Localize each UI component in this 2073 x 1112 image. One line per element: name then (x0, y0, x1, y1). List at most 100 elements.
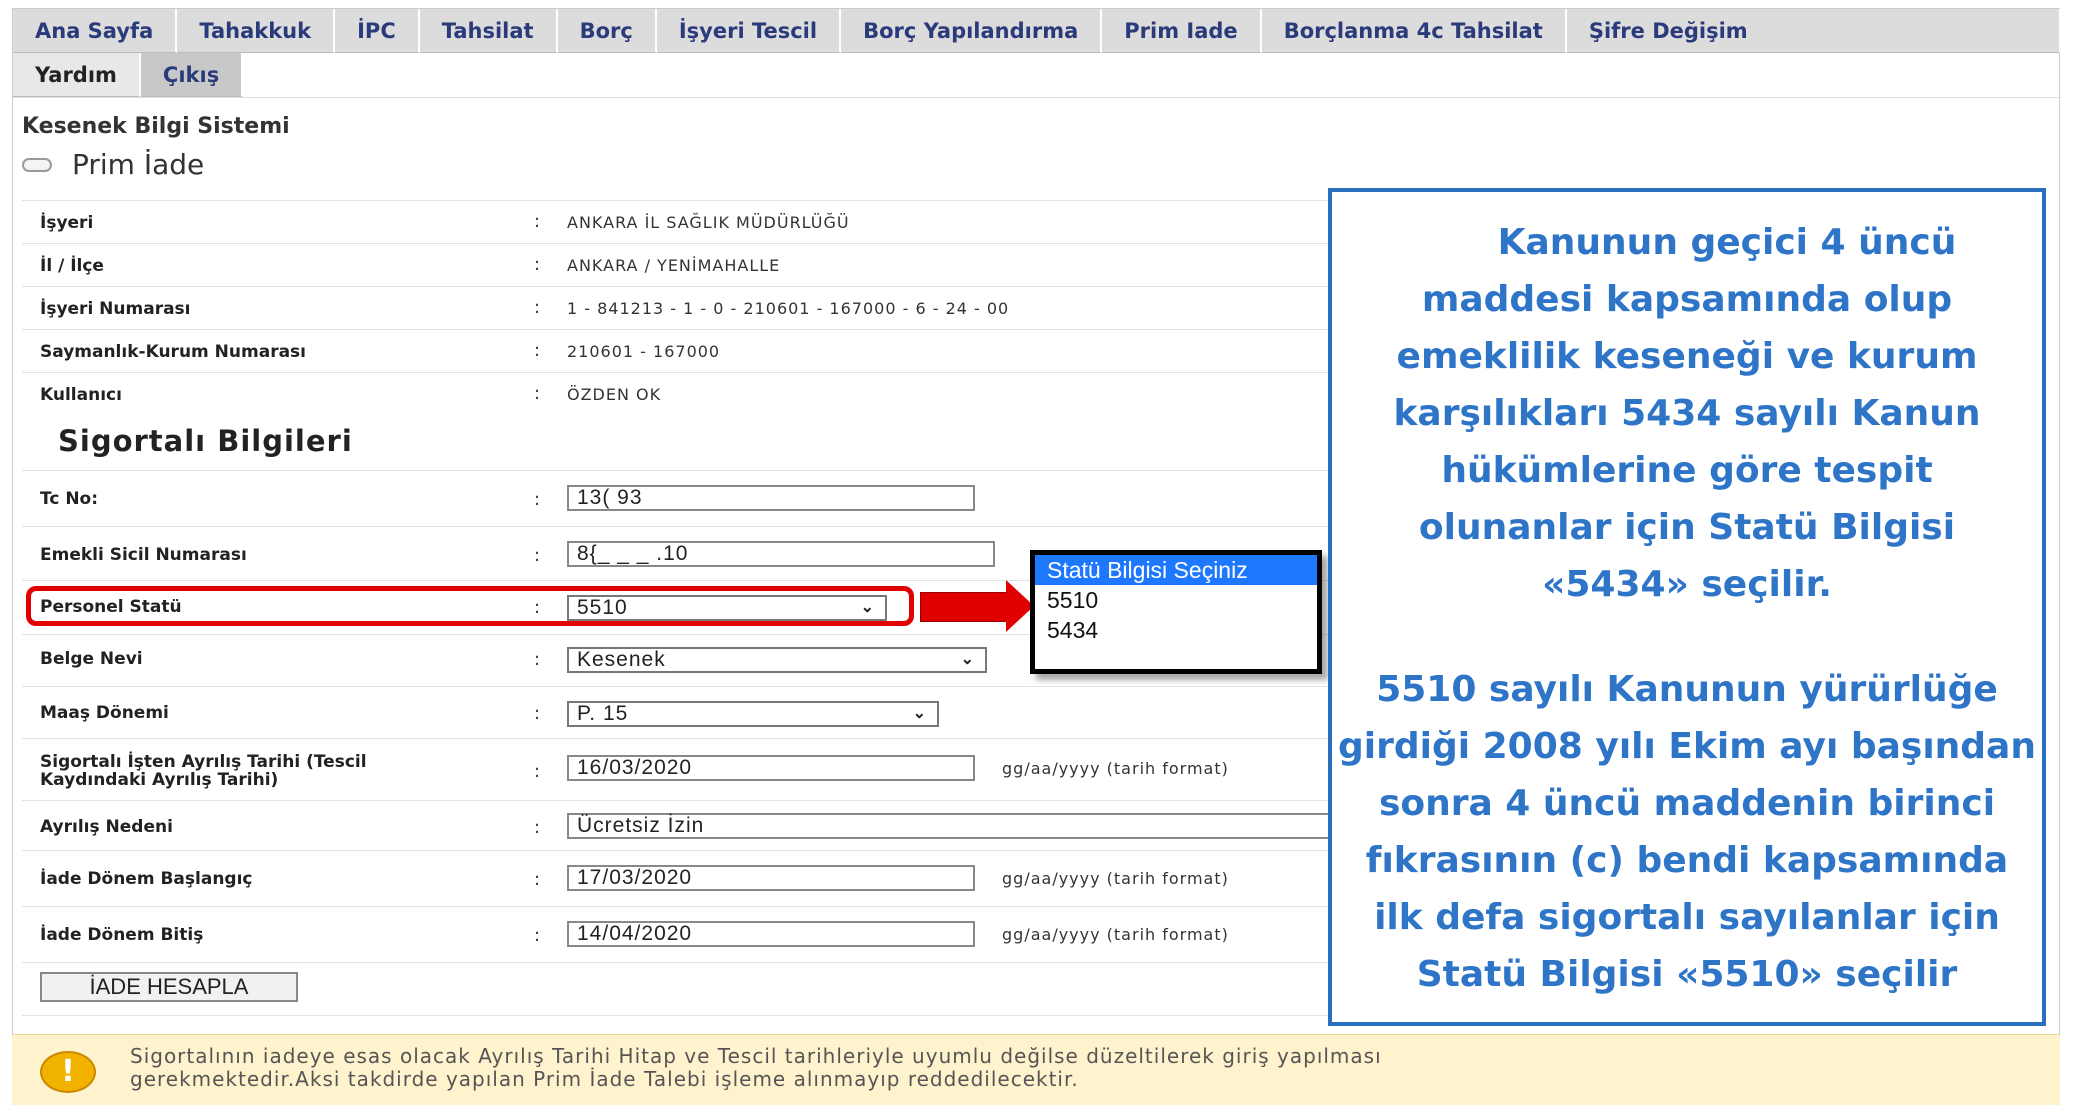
neden-input[interactable]: Ücretsiz İzin (567, 813, 1347, 839)
statu-highlight-box (26, 586, 914, 626)
iade-hesapla-button[interactable]: İADE HESAPLA (40, 972, 298, 1002)
baslangic-label: İade Dönem Başlangıç (40, 869, 253, 889)
maas-selected-value: P. 15 (577, 702, 629, 725)
info-line: hükümlerine göre tespit (1441, 450, 1933, 491)
tab-isyeri-tescil[interactable]: İşyeri Tescil (656, 9, 842, 53)
ayrilis-label-line1: Sigortalı İşten Ayrılış Tarihi (Tescil (40, 752, 367, 772)
nav-row-2: Yardım Çıkış (13, 53, 2061, 98)
tab-ana-sayfa[interactable]: Ana Sayfa (13, 9, 178, 53)
info-label: İşyeri Numarası (40, 299, 191, 319)
form-row-bitis: İade Dönem Bitiş : 14/04/2020 gg/aa/yyyy… (22, 906, 1332, 963)
maas-label: Maaş Dönemi (40, 703, 169, 723)
info-line: Kanunun geçici 4 üncü (1497, 222, 1957, 263)
tab-ipc[interactable]: İPC (335, 9, 420, 53)
sicil-label: Emekli Sicil Numarası (40, 545, 247, 565)
info-label: İl / İlçe (40, 256, 104, 276)
info-line: ilk defa sigortalı sayılanlar için (1374, 897, 2000, 938)
colon: : (534, 703, 541, 724)
arrow-right-icon (920, 592, 1010, 622)
info-row-kullanici: Kullanıcı : ÖZDEN OK (22, 372, 1332, 416)
bullet-icon (22, 157, 52, 172)
section-title: Sigortalı Bilgileri (58, 424, 353, 458)
tab-borc[interactable]: Borç (557, 9, 657, 53)
info-label: İşyeri (40, 213, 94, 233)
colon: : (534, 254, 541, 275)
sicil-input[interactable]: 8{_ _ _ .10 (567, 541, 995, 567)
chevron-down-icon: ⌄ (960, 651, 975, 668)
colon: : (534, 340, 541, 361)
system-title: Kesenek Bilgi Sistemi (22, 114, 290, 139)
tab-prim-iade[interactable]: Prim Iade (1102, 9, 1262, 53)
dropdown-option-5510[interactable]: 5510 (1035, 585, 1317, 615)
form-row-baslangic: İade Dönem Başlangıç : 17/03/2020 gg/aa/… (22, 850, 1332, 907)
warning-line2: gerekmektedir.Aksi takdirde yapılan Prim… (130, 1067, 1079, 1091)
tc-label: Tc No: (40, 489, 99, 509)
info-line: karşılıkları 5434 sayılı Kanun (1393, 393, 1981, 434)
info-value: ANKARA / YENİMAHALLE (567, 256, 781, 275)
colon: : (534, 383, 541, 404)
warning-banner: ! Sigortalının iadeye esas olacak Ayrılı… (12, 1034, 2060, 1105)
dropdown-option-placeholder[interactable]: Statü Bilgisi Seçiniz (1035, 555, 1317, 585)
info-line: «5434» seçilir. (1542, 564, 1832, 605)
tc-input[interactable]: 13( 93 (567, 485, 975, 511)
bitis-label: İade Dönem Bitiş (40, 925, 204, 945)
colon: : (534, 489, 541, 510)
tab-tahakkuk[interactable]: Tahakkuk (177, 9, 336, 53)
colon: : (534, 925, 541, 946)
info-label: Saymanlık-Kurum Numarası (40, 342, 306, 362)
colon: : (534, 297, 541, 318)
info-line: fıkrasının (c) bendi kapsamında (1365, 840, 2009, 881)
form-row-tc: Tc No: : 13( 93 (22, 470, 1332, 527)
top-navigation: Ana Sayfa Tahakkuk İPC Tahsilat Borç İşy… (13, 9, 2061, 101)
colon: : (534, 869, 541, 890)
date-format-hint: gg/aa/yyyy (tarih format) (1002, 869, 1229, 888)
warning-line1: Sigortalının iadeye esas olacak Ayrılış … (130, 1044, 1382, 1068)
form-row-neden: Ayrılış Nedeni : Ücretsiz İzin (22, 800, 1347, 851)
info-label: Kullanıcı (40, 385, 122, 405)
page-title-wrap: Prim İade (22, 148, 204, 181)
tab-cikis[interactable]: Çıkış (140, 53, 244, 97)
date-format-hint: gg/aa/yyyy (tarih format) (1002, 759, 1229, 778)
statu-dropdown-list: Statü Bilgisi Seçiniz 5510 5434 (1030, 550, 1322, 674)
page-title: Prim İade (72, 148, 205, 181)
tab-borclanma-4c[interactable]: Borçlanma 4c Tahsilat (1261, 9, 1567, 53)
belge-label: Belge Nevi (40, 649, 143, 669)
info-row-saymanlik: Saymanlık-Kurum Numarası : 210601 - 1670… (22, 329, 1332, 373)
tab-borc-yapilandirma[interactable]: Borç Yapılandırma (841, 9, 1103, 53)
warning-text: Sigortalının iadeye esas olacak Ayrılış … (130, 1045, 1382, 1091)
info-row-isyeri-numarasi: İşyeri Numarası : 1 - 841213 - 1 - 0 - 2… (22, 286, 1332, 330)
info-line: emeklilik keseneği ve kurum (1396, 336, 1978, 377)
form-row-ayrilis: Sigortalı İşten Ayrılış Tarihi (Tescil K… (22, 738, 1332, 801)
info-value: ÖZDEN OK (567, 385, 662, 404)
belge-selected-value: Kesenek (577, 648, 666, 671)
info-row-il-ilce: İl / İlçe : ANKARA / YENİMAHALLE (22, 243, 1332, 287)
bitis-date-input[interactable]: 14/04/2020 (567, 921, 975, 947)
chevron-down-icon: ⌄ (912, 705, 927, 722)
nav-row-1: Ana Sayfa Tahakkuk İPC Tahsilat Borç İşy… (13, 9, 2061, 53)
warning-icon: ! (40, 1051, 96, 1093)
info-row-isyeri: İşyeri : ANKARA İL SAĞLIK MÜDÜRLÜĞÜ (22, 200, 1332, 244)
neden-label: Ayrılış Nedeni (40, 817, 173, 837)
colon: : (534, 649, 541, 670)
ayrilis-date-input[interactable]: 16/03/2020 (567, 755, 975, 781)
ayrilis-label-line2: Kaydındaki Ayrılış Tarihi) (40, 770, 279, 790)
info-line: sonra 4 üncü maddenin birinci (1378, 783, 1996, 824)
colon: : (534, 817, 541, 838)
colon: : (534, 211, 541, 232)
dropdown-option-5434[interactable]: 5434 (1035, 615, 1317, 645)
colon: : (534, 545, 541, 566)
maas-select[interactable]: P. 15 ⌄ (567, 701, 939, 727)
belge-select[interactable]: Kesenek ⌄ (567, 647, 987, 673)
info-line: olunanlar için Statü Bilgisi (1418, 507, 1956, 548)
info-line: maddesi kapsamında olup (1421, 279, 1953, 320)
tab-tahsilat[interactable]: Tahsilat (419, 9, 558, 53)
baslangic-date-input[interactable]: 17/03/2020 (567, 865, 975, 891)
info-line: Statü Bilgisi «5510» seçilir (1416, 954, 1958, 995)
tab-yardim[interactable]: Yardım (13, 53, 141, 97)
info-value: 1 - 841213 - 1 - 0 - 210601 - 167000 - 6… (567, 299, 1010, 318)
tab-sifre-degisim[interactable]: Şifre Değişim (1566, 9, 2061, 53)
ayrilis-label: Sigortalı İşten Ayrılış Tarihi (Tescil K… (40, 753, 367, 789)
colon: : (534, 761, 541, 782)
info-line: girdiği 2008 yılı Ekim ayı başından (1338, 726, 2036, 767)
form-row-maas: Maaş Dönemi : P. 15 ⌄ (22, 686, 1332, 739)
